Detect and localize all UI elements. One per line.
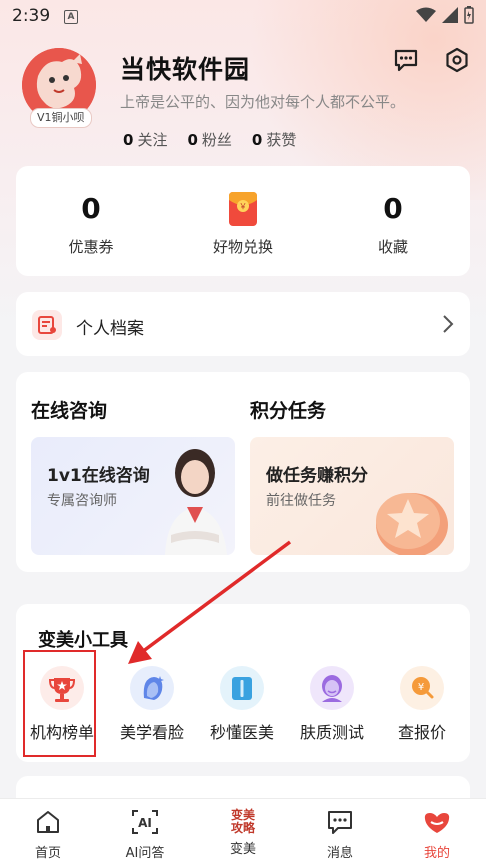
ai-icon: AI <box>132 810 158 834</box>
message-icon <box>328 811 352 834</box>
annotation-arrow <box>128 540 292 664</box>
home-icon <box>37 811 59 833</box>
nav-label: 我的 <box>423 846 450 861</box>
svg-text:AI: AI <box>138 816 152 830</box>
nav-label: AI问答 <box>125 846 165 861</box>
beauty-icon: 变美攻略 <box>228 809 258 837</box>
nav-label: 首页 <box>34 846 61 861</box>
nav-messages[interactable]: 消息 <box>300 809 380 861</box>
nav-ai[interactable]: AI AI问答 <box>105 809 185 861</box>
bottom-nav: 首页 AI AI问答 变美攻略 变美 消息 我的 <box>0 798 486 866</box>
nav-home[interactable]: 首页 <box>8 809 88 861</box>
mine-icon <box>424 813 450 833</box>
nav-label: 变美 <box>229 842 256 857</box>
nav-label: 消息 <box>326 846 353 861</box>
nav-mine[interactable]: 我的 <box>397 809 477 861</box>
nav-beauty[interactable]: 变美攻略 变美 <box>203 809 283 858</box>
beauty-icon-text: 变美攻略 <box>230 808 255 835</box>
